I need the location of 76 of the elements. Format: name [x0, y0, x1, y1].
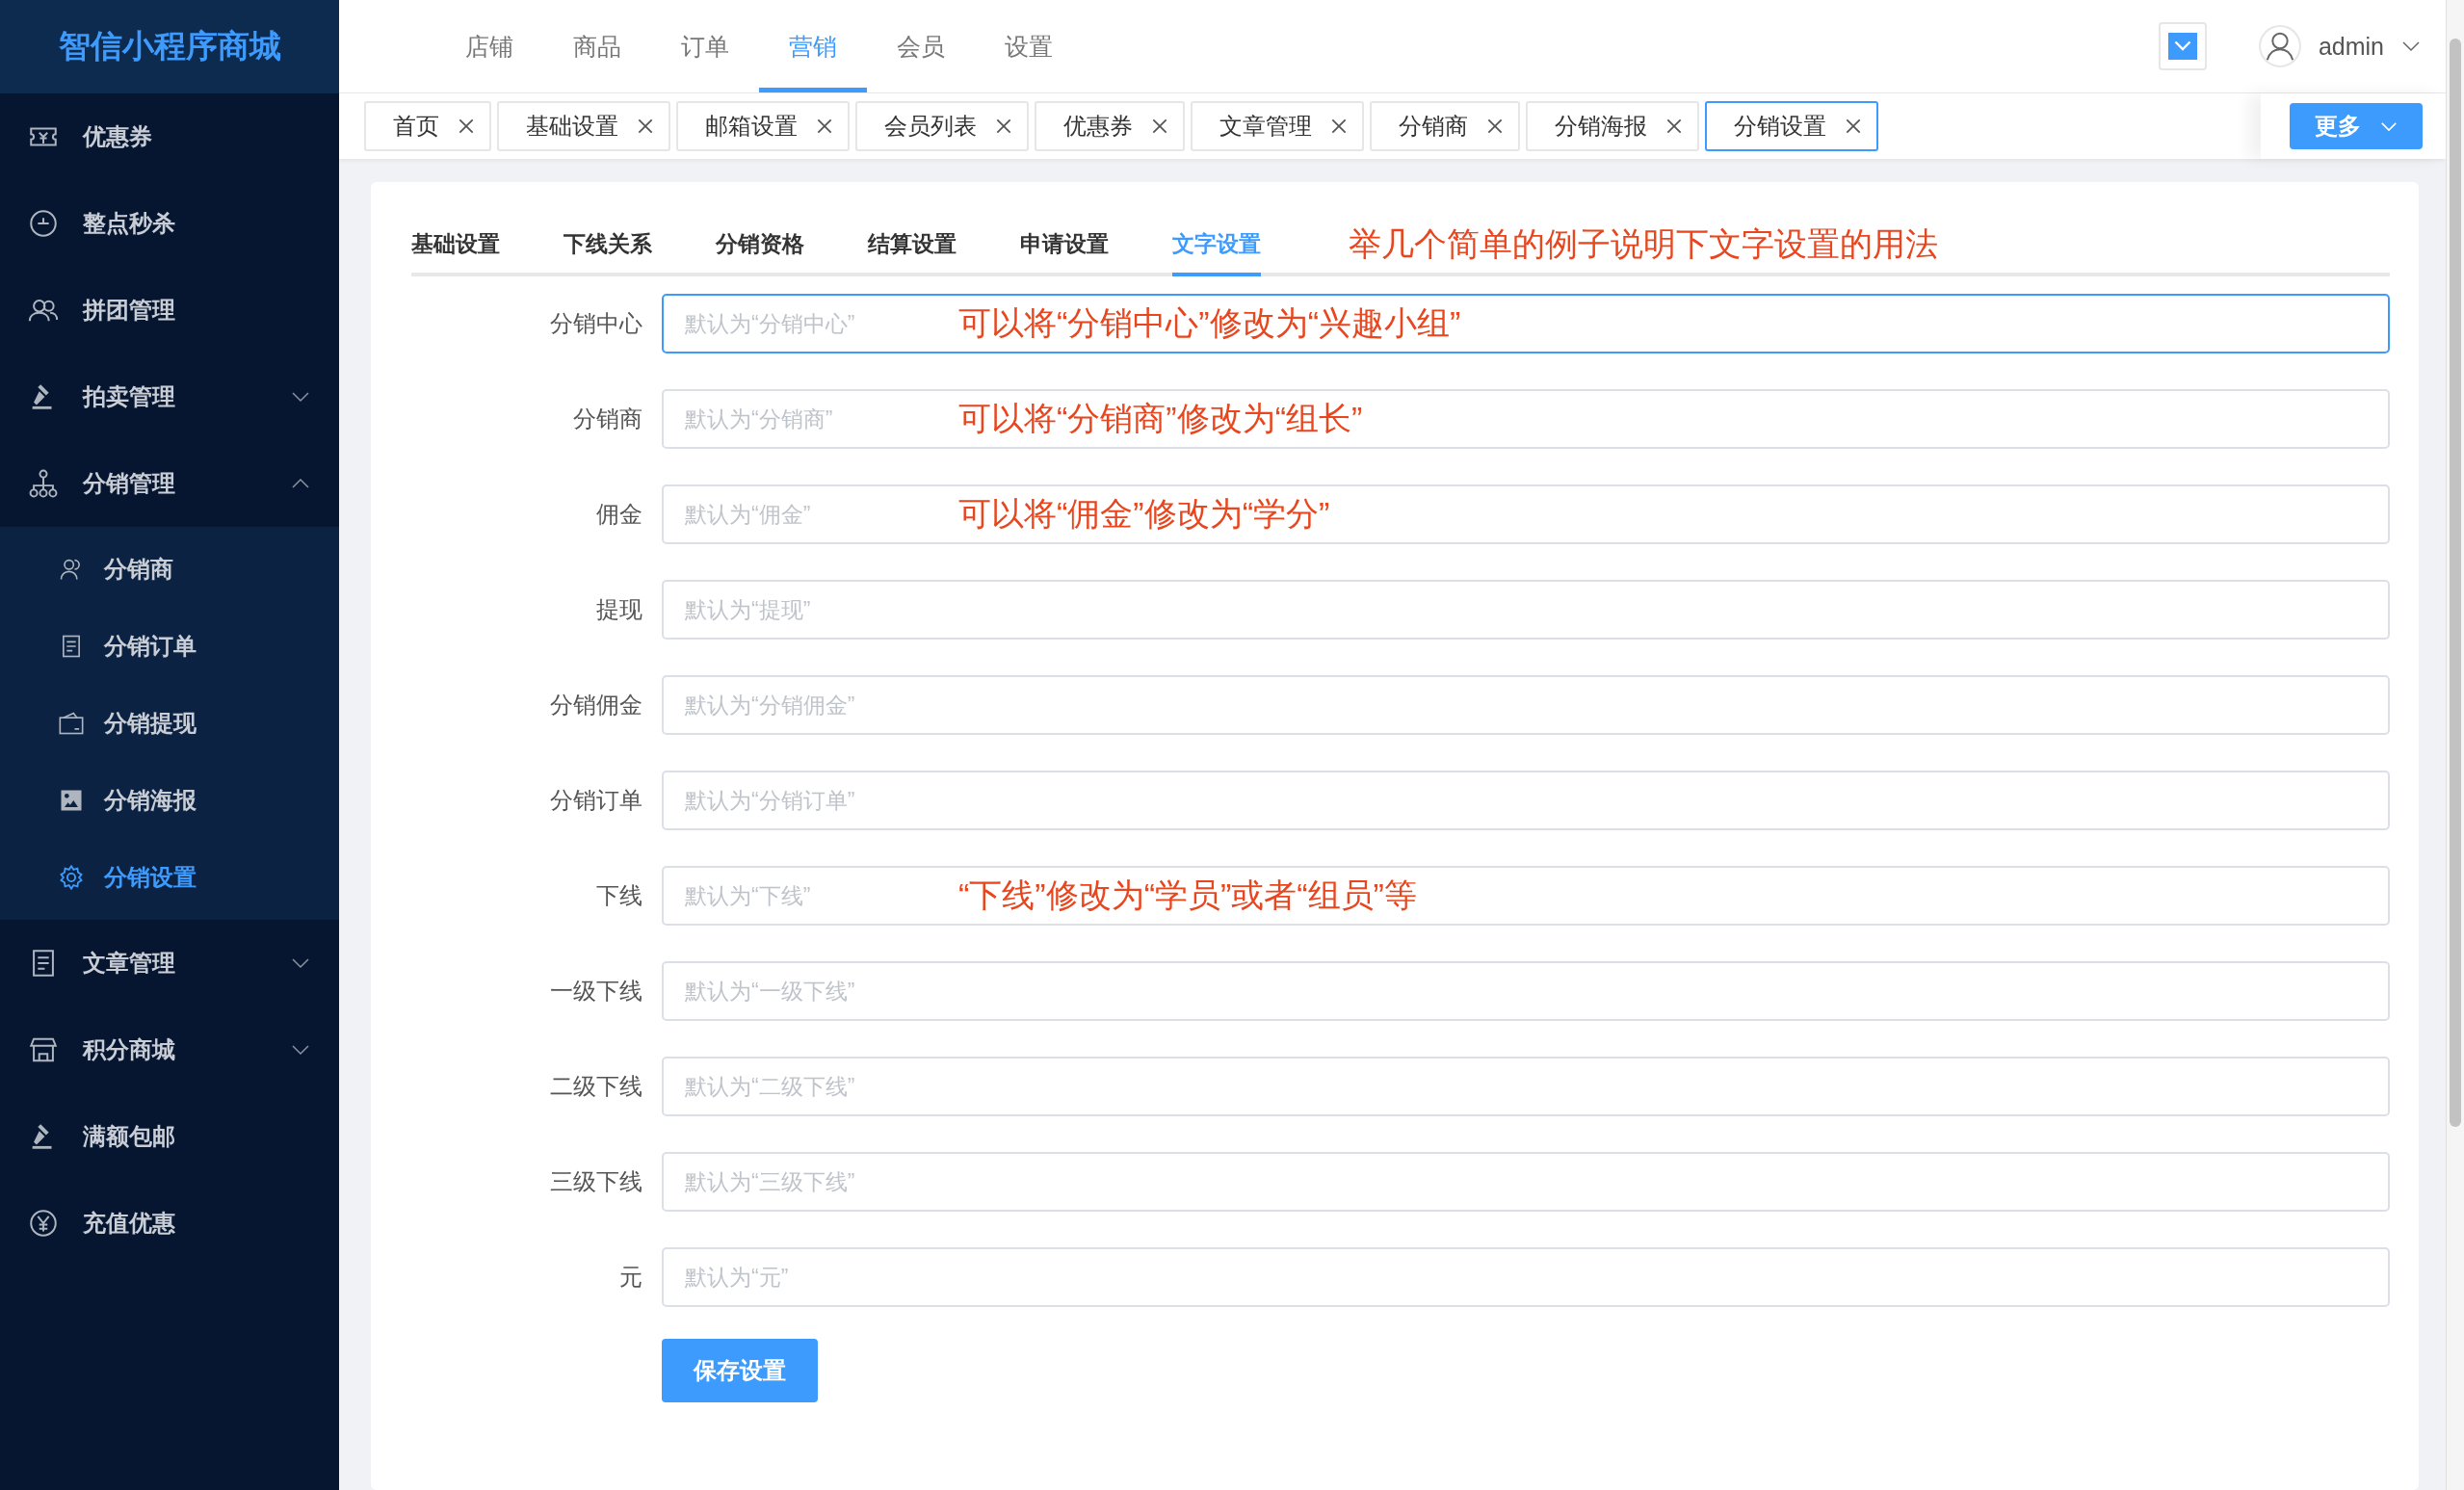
nav-tab[interactable]: 商品 — [543, 0, 651, 92]
nav-tab[interactable]: 会员 — [867, 0, 975, 92]
sidebar-subitem[interactable]: 分销设置 — [0, 839, 339, 916]
sidebar-item[interactable]: 整点秒杀 — [0, 180, 339, 267]
page-tab[interactable]: 会员列表 — [855, 101, 1029, 151]
user-avatar-icon[interactable] — [2258, 25, 2301, 67]
close-icon[interactable] — [1666, 118, 1682, 134]
page-tab[interactable]: 邮箱设置 — [676, 101, 850, 151]
nav-tab[interactable]: 店铺 — [435, 0, 543, 92]
sidebar-item[interactable]: 充值优惠 — [0, 1180, 339, 1267]
sidebar-item[interactable]: 拍卖管理 — [0, 353, 339, 440]
sidebar-subitem[interactable]: 分销订单 — [0, 608, 339, 685]
close-icon[interactable] — [996, 118, 1011, 134]
annotation-text: 可以将“佣金”修改为“学分” — [958, 494, 1330, 534]
page-tab[interactable]: 分销设置 — [1705, 101, 1878, 151]
field-label: 分销佣金 — [549, 691, 643, 719]
annotation-text: 可以将“分销中心”修改为“兴趣小组” — [958, 303, 1461, 343]
yen-coin-icon — [27, 1207, 60, 1240]
clock-badge-icon — [27, 207, 60, 240]
field-label: 一级下线 — [549, 977, 643, 1006]
caret-icon — [2380, 120, 2398, 132]
sidebar-item[interactable]: 满额包邮 — [0, 1093, 339, 1180]
field-label: 分销订单 — [549, 786, 643, 815]
field-label: 下线 — [595, 881, 643, 910]
sidebar-subitem[interactable]: 分销商 — [0, 531, 339, 608]
field-label: 分销中心 — [549, 309, 643, 338]
page-tab[interactable]: 首页 — [364, 101, 491, 151]
nav-tab[interactable]: 设置 — [975, 0, 1083, 92]
page-tab[interactable]: 基础设置 — [497, 101, 670, 151]
nav-tab[interactable]: 订单 — [651, 0, 759, 92]
sidebar-subitem[interactable]: 分销海报 — [0, 762, 339, 839]
sidebar-subitem[interactable]: 分销提现 — [0, 685, 339, 762]
field-label: 分销商 — [572, 405, 643, 433]
settings-icon — [58, 864, 85, 891]
scrollbar-thumb[interactable] — [2450, 39, 2461, 1127]
scrollbar[interactable] — [2446, 0, 2464, 1490]
page-tab[interactable]: 优惠券 — [1035, 101, 1185, 151]
wallet-icon — [58, 710, 85, 737]
settings-tab[interactable]: 基础设置 — [411, 229, 500, 276]
chevron-down-icon — [291, 957, 310, 969]
settings-tab[interactable]: 结算设置 — [868, 229, 957, 276]
app-logo: 智信小程序商城 — [0, 0, 339, 93]
close-icon[interactable] — [638, 118, 653, 134]
chevron-up-icon — [291, 478, 310, 489]
chevron-down-icon — [2167, 33, 2197, 60]
field-label: 元 — [618, 1263, 643, 1292]
close-icon[interactable] — [1487, 118, 1503, 134]
annotation-text: 举几个简单的例子说明下文字设置的用法 — [1349, 224, 1938, 264]
chevron-down-icon[interactable] — [2401, 40, 2421, 52]
annotation-text: “下线”修改为“学员”或者“组员”等 — [958, 876, 1417, 915]
field-label: 佣金 — [595, 500, 643, 529]
close-icon[interactable] — [1331, 118, 1347, 134]
sidebar-item[interactable]: 积分商城 — [0, 1006, 339, 1093]
sidebar-item[interactable]: 分销管理 — [0, 440, 339, 527]
sidebar-item[interactable]: 拼团管理 — [0, 267, 339, 353]
close-icon[interactable] — [459, 118, 474, 134]
settings-tab[interactable]: 分销资格 — [716, 229, 804, 276]
dropdown-button[interactable] — [2158, 22, 2207, 70]
field-label: 提现 — [595, 595, 643, 624]
chevron-down-icon — [291, 1044, 310, 1056]
close-icon[interactable] — [817, 118, 832, 134]
settings-tab[interactable]: 下线关系 — [564, 229, 652, 276]
user-name[interactable]: admin — [2318, 32, 2384, 61]
sidebar-item[interactable]: 文章管理 — [0, 920, 339, 1006]
field-label: 三级下线 — [549, 1167, 643, 1196]
settings-tab[interactable]: 申请设置 — [1020, 229, 1109, 276]
annotation-text: 可以将“分销商”修改为“组长” — [958, 399, 1363, 438]
page-tab[interactable]: 文章管理 — [1191, 101, 1364, 151]
close-icon[interactable] — [1846, 118, 1861, 134]
hierarchy-icon — [27, 467, 60, 500]
sidebar-item[interactable]: 优惠券 — [0, 93, 339, 180]
page-tab[interactable]: 分销商 — [1370, 101, 1520, 151]
chevron-down-icon — [291, 391, 310, 403]
close-icon[interactable] — [1152, 118, 1167, 134]
field-label: 二级下线 — [549, 1072, 643, 1101]
page-tab[interactable]: 分销海报 — [1526, 101, 1699, 151]
